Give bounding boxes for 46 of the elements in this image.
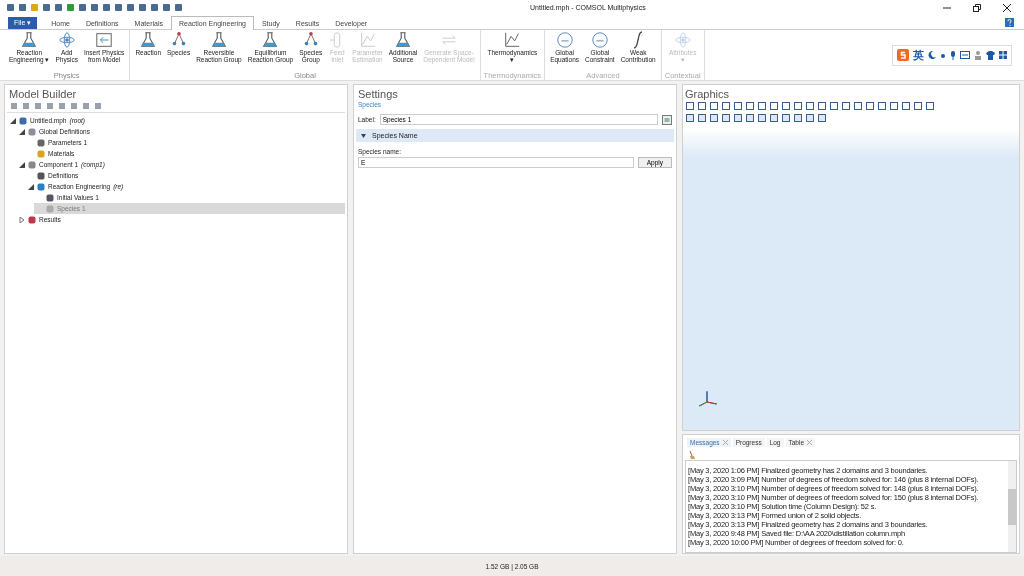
person-icon[interactable] xyxy=(974,50,982,60)
insert-icon xyxy=(95,31,114,49)
circle-icon xyxy=(590,31,609,49)
panel-title: Settings xyxy=(357,88,399,100)
edit-icon[interactable] xyxy=(662,114,672,125)
node-icon xyxy=(37,171,45,180)
node-icon xyxy=(28,127,36,136)
flask-icon xyxy=(394,31,412,49)
atom-icon xyxy=(57,31,76,49)
expanded-icon[interactable] xyxy=(28,183,34,190)
close-icon[interactable] xyxy=(1002,2,1012,13)
node-icon xyxy=(46,193,54,202)
sogou-logo-icon xyxy=(897,49,909,61)
expanded-icon[interactable] xyxy=(361,133,366,138)
atom-icon xyxy=(673,31,692,49)
flask-icon xyxy=(261,31,280,49)
shirt-icon[interactable] xyxy=(986,50,995,60)
punctuation-icon[interactable] xyxy=(940,51,946,59)
scrollbar[interactable] xyxy=(1008,461,1016,552)
node-icon xyxy=(28,215,36,224)
node-icon xyxy=(19,116,27,125)
broom-icon[interactable] xyxy=(689,451,695,459)
expanded-icon[interactable] xyxy=(19,161,25,168)
node-icon xyxy=(37,138,45,147)
panel-title: Model Builder xyxy=(8,88,78,100)
circle-icon xyxy=(555,31,574,49)
panel-title: Graphics xyxy=(684,88,731,100)
chart-icon xyxy=(503,31,522,49)
help-icon[interactable] xyxy=(1005,18,1014,27)
node-icon xyxy=(37,149,45,158)
flask-icon xyxy=(139,31,158,49)
grid-icon[interactable] xyxy=(999,51,1007,59)
node-icon xyxy=(46,204,54,213)
language-indicator[interactable]: 英 xyxy=(913,47,924,63)
collapsed-icon[interactable] xyxy=(19,216,25,223)
keyboard-icon[interactable] xyxy=(960,51,970,59)
input-method-toolbar[interactable]: 英 xyxy=(892,44,1012,66)
node-icon xyxy=(37,182,45,191)
flask-icon xyxy=(209,31,228,49)
flask-icon xyxy=(20,31,39,49)
node-icon xyxy=(28,160,36,169)
restore-icon[interactable] xyxy=(972,2,982,13)
chart-icon xyxy=(358,31,377,49)
microphone-icon[interactable] xyxy=(950,50,956,60)
moon-icon[interactable] xyxy=(928,51,936,59)
integral-icon xyxy=(633,31,644,49)
